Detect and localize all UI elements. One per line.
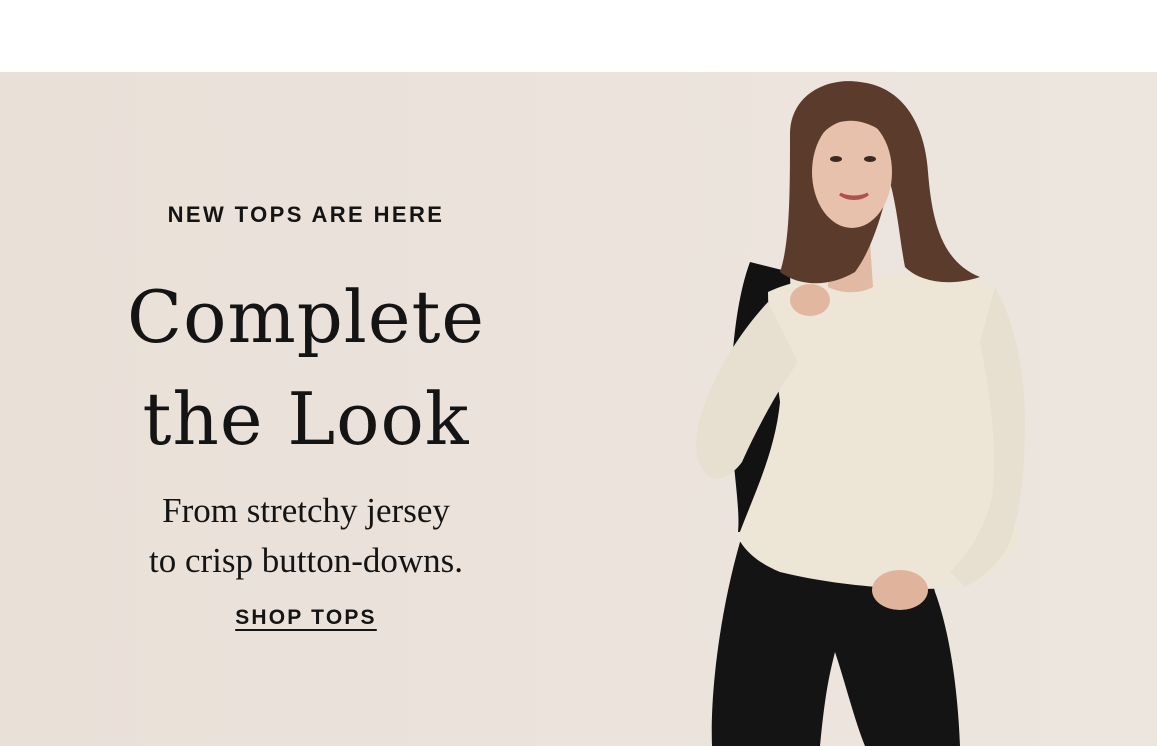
hero-headline: Complete the Look xyxy=(96,266,516,470)
hand-on-shoulder xyxy=(790,284,830,316)
model-photo xyxy=(696,81,1025,746)
headline-line-1: Complete xyxy=(127,275,485,359)
hero-subhead: From stretchy jersey to crisp button-dow… xyxy=(96,486,516,586)
subhead-line-1: From stretchy jersey xyxy=(162,491,450,530)
subhead-line-2: to crisp button-downs. xyxy=(148,541,463,580)
top-bar xyxy=(0,0,1157,72)
right-eye xyxy=(864,156,876,162)
headline-line-2: the Look xyxy=(142,377,470,461)
hero-eyebrow: NEW TOPS ARE HERE xyxy=(167,202,445,227)
hand-in-pocket xyxy=(872,570,928,610)
shop-tops-link[interactable]: SHOP TOPS xyxy=(235,606,377,630)
hero-banner: NEW TOPS ARE HERE Complete the Look From… xyxy=(0,72,1157,746)
face xyxy=(812,116,892,228)
left-eye xyxy=(830,156,842,162)
hero-copy: NEW TOPS ARE HERE Complete the Look From… xyxy=(96,202,516,630)
